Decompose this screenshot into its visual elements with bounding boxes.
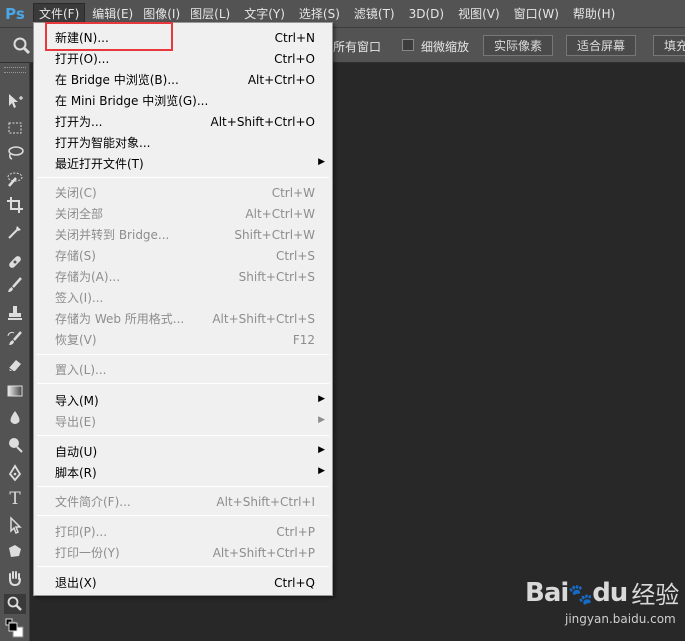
menu-separator xyxy=(37,354,329,355)
blur-tool-icon[interactable] xyxy=(4,408,26,428)
lasso-tool-icon[interactable] xyxy=(4,143,26,163)
menu-item-close-go-bridge[interactable]: 关闭并转到 Bridge... Shift+Ctrl+W xyxy=(34,224,332,245)
path-selection-tool-icon[interactable] xyxy=(4,515,26,535)
menu-item-open[interactable]: 打开(O)... Ctrl+O xyxy=(34,48,332,69)
menu-item-open-as[interactable]: 打开为... Alt+Shift+Ctrl+O xyxy=(34,111,332,132)
menu-separator xyxy=(37,566,329,567)
scrubby-zoom-label: 细微缩放 xyxy=(421,40,470,54)
brush-tool-icon[interactable] xyxy=(4,275,26,295)
menu-view[interactable]: 视图(V) xyxy=(453,3,505,25)
shape-tool-icon[interactable] xyxy=(4,541,26,561)
clone-stamp-tool-icon[interactable] xyxy=(4,303,26,323)
submenu-arrow-icon: ▶ xyxy=(318,466,325,476)
dodge-tool-icon[interactable] xyxy=(4,435,26,455)
menu-item-place[interactable]: 置入(L)... xyxy=(34,359,332,380)
gradient-tool-icon[interactable] xyxy=(4,381,26,401)
baidu-watermark: Bai🐾du 经验 xyxy=(525,575,679,610)
submenu-arrow-icon: ▶ xyxy=(318,394,325,404)
crop-tool-icon[interactable] xyxy=(4,195,26,215)
annotation-highlight-box xyxy=(45,22,173,51)
menu-item-recent-files[interactable]: 最近打开文件(T) ▶ xyxy=(34,153,332,174)
menu-separator xyxy=(37,515,329,516)
watermark-text: 经验 xyxy=(631,581,680,609)
fit-screen-button[interactable]: 适合屏幕 xyxy=(566,35,637,56)
menu-item-scripts[interactable]: 脚本(R) ▶ xyxy=(34,462,332,483)
file-menu-dropdown: 新建(N)... Ctrl+N 打开(O)... Ctrl+O 在 Bridge… xyxy=(33,22,333,596)
menu-item-revert[interactable]: 恢复(V) F12 xyxy=(34,329,332,350)
menu-help[interactable]: 帮助(H) xyxy=(568,3,620,25)
menu-item-open-smart-object[interactable]: 打开为智能对象... xyxy=(34,132,332,153)
menu-window[interactable]: 窗口(W) xyxy=(509,3,564,25)
menu-item-close[interactable]: 关闭(C) Ctrl+W xyxy=(34,182,332,203)
actual-pixels-button[interactable]: 实际像素 xyxy=(483,35,554,56)
menu-item-browse-mini-bridge[interactable]: 在 Mini Bridge 中浏览(G)... xyxy=(34,90,332,111)
pen-tool-icon[interactable] xyxy=(4,463,26,483)
menu-item-automate[interactable]: 自动(U) ▶ xyxy=(34,441,332,462)
watermark-logo: Bai🐾du xyxy=(525,577,628,608)
submenu-arrow-icon: ▶ xyxy=(318,415,325,425)
eraser-tool-icon[interactable] xyxy=(4,355,26,375)
menu-item-save-as[interactable]: 存储为(A)... Shift+Ctrl+S xyxy=(34,266,332,287)
menu-filter[interactable]: 滤镜(T) xyxy=(349,3,400,25)
menu-separator xyxy=(37,435,329,436)
submenu-arrow-icon: ▶ xyxy=(318,445,325,455)
menu-3d[interactable]: 3D(D) xyxy=(404,3,449,25)
menu-separator xyxy=(37,383,329,384)
menu-item-browse-bridge[interactable]: 在 Bridge 中浏览(B)... Alt+Ctrl+O xyxy=(34,69,332,90)
type-tool-icon[interactable]: T xyxy=(4,489,26,509)
menu-item-print-one-copy[interactable]: 打印一份(Y) Alt+Shift+Ctrl+P xyxy=(34,542,332,563)
menu-item-save-for-web[interactable]: 存储为 Web 所用格式... Alt+Shift+Ctrl+S xyxy=(34,308,332,329)
fill-screen-button[interactable]: 填充 xyxy=(653,35,685,56)
move-tool-icon[interactable] xyxy=(4,91,26,111)
menu-separator xyxy=(37,486,329,487)
toolbox-grip[interactable] xyxy=(4,67,26,73)
quick-selection-tool-icon[interactable] xyxy=(4,169,26,189)
history-brush-tool-icon[interactable] xyxy=(4,329,26,349)
marquee-tool-icon[interactable] xyxy=(4,118,26,138)
menu-item-import[interactable]: 导入(M) ▶ xyxy=(34,390,332,411)
photoshop-logo: Ps xyxy=(5,4,25,23)
menu-item-exit[interactable]: 退出(X) Ctrl+Q xyxy=(34,572,332,593)
healing-brush-tool-icon[interactable] xyxy=(4,252,26,272)
menu-separator xyxy=(37,177,329,178)
menu-item-export[interactable]: 导出(E) ▶ xyxy=(34,411,332,432)
menu-item-save[interactable]: 存储(S) Ctrl+S xyxy=(34,245,332,266)
toolbox: T xyxy=(0,63,30,641)
color-swatches-icon[interactable] xyxy=(4,618,26,638)
menu-item-close-all[interactable]: 关闭全部 Alt+Ctrl+W xyxy=(34,203,332,224)
menu-item-print[interactable]: 打印(P)... Ctrl+P xyxy=(34,521,332,542)
zoom-tool-icon[interactable] xyxy=(4,594,26,614)
eyedropper-tool-icon[interactable] xyxy=(4,222,26,242)
watermark-url: jingyan.baidu.com xyxy=(565,612,676,626)
scrubby-zoom-checkbox[interactable] xyxy=(402,39,414,51)
menu-item-file-info[interactable]: 文件简介(F)... Alt+Shift+Ctrl+I xyxy=(34,491,332,512)
hand-tool-icon[interactable] xyxy=(4,568,26,588)
zoom-icon[interactable] xyxy=(12,36,32,56)
menu-item-check-in[interactable]: 签入(I)... xyxy=(34,287,332,308)
submenu-arrow-icon: ▶ xyxy=(318,157,325,167)
